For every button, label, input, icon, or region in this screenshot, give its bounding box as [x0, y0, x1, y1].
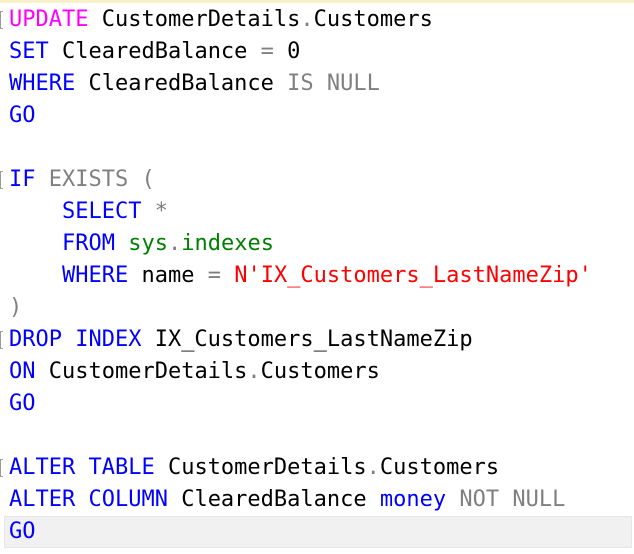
- code-token: =: [207, 263, 221, 288]
- code-line[interactable]: GO: [9, 388, 36, 420]
- code-line[interactable]: ALTER TABLE CustomerDetails.Customers: [9, 452, 499, 484]
- code-token: CustomerDetails: [154, 455, 367, 480]
- code-token: N'IX_Customers_LastNameZip': [234, 263, 592, 288]
- current-line-highlight: [4, 516, 632, 548]
- collapse-marker-icon[interactable]: [0, 164, 6, 196]
- code-token: GO: [9, 103, 36, 128]
- code-token: ): [9, 295, 23, 320]
- code-token: Customers: [313, 7, 433, 32]
- code-token: ON: [9, 359, 36, 384]
- code-token: DROP INDEX: [9, 327, 142, 352]
- code-line[interactable]: SET ClearedBalance = 0: [9, 36, 300, 68]
- collapse-marker-icon[interactable]: [0, 4, 6, 36]
- code-token: Customers: [260, 359, 380, 384]
- code-token: .: [167, 231, 182, 256]
- code-token: Customers: [379, 455, 500, 480]
- code-token: CustomerDetails: [35, 359, 248, 384]
- code-token: WHERE: [9, 71, 76, 96]
- code-token: =: [260, 39, 274, 64]
- code-token: IX_Customers_LastNameZip: [141, 327, 473, 352]
- code-line[interactable]: UPDATE CustomerDetails.Customers: [9, 4, 433, 36]
- code-line[interactable]: ALTER COLUMN ClearedBalance money NOT NU…: [9, 484, 565, 516]
- code-token: GO: [9, 391, 36, 416]
- code-token: EXISTS (: [48, 167, 155, 192]
- sql-code-editor[interactable]: UPDATE CustomerDetails.Customers SET Clea…: [0, 0, 634, 554]
- code-line[interactable]: GO: [9, 516, 36, 548]
- code-token: FROM: [61, 231, 115, 256]
- code-token: IS NULL: [287, 71, 380, 96]
- code-token: .: [247, 359, 261, 384]
- code-token: NOT NULL: [459, 487, 566, 512]
- code-line[interactable]: WHERE ClearedBalance IS NULL: [9, 68, 380, 100]
- editor-top-border: [0, 0, 634, 3]
- code-token: ClearedBalance: [48, 39, 261, 64]
- collapse-marker-icon[interactable]: [0, 452, 6, 484]
- code-line[interactable]: SELECT *: [9, 196, 168, 228]
- code-line[interactable]: ): [9, 292, 22, 324]
- code-token: 0: [273, 39, 301, 64]
- code-token: GO: [9, 519, 36, 544]
- code-token: *: [154, 199, 168, 224]
- code-line[interactable]: ON CustomerDetails.Customers: [9, 356, 380, 388]
- code-token: money: [379, 487, 447, 512]
- code-token: sys: [128, 231, 168, 256]
- code-token: .: [300, 7, 314, 32]
- collapse-marker-icon[interactable]: [0, 324, 6, 356]
- code-line[interactable]: WHERE name = N'IX_Customers_LastNameZip': [9, 260, 592, 292]
- code-token: IF: [9, 167, 36, 192]
- code-line[interactable]: GO: [9, 100, 36, 132]
- code-line[interactable]: DROP INDEX IX_Customers_LastNameZip: [9, 324, 473, 356]
- code-token: CustomerDetails: [88, 7, 301, 32]
- code-token: ALTER TABLE: [9, 455, 155, 480]
- code-token: SET: [9, 39, 49, 64]
- code-token: ALTER COLUMN: [9, 487, 168, 512]
- code-token: UPDATE: [9, 7, 89, 32]
- code-token: .: [366, 455, 380, 480]
- code-token: SELECT: [61, 199, 142, 224]
- code-token: ClearedBalance: [167, 487, 380, 512]
- code-token: indexes: [181, 231, 274, 256]
- code-token: WHERE: [61, 263, 129, 288]
- code-line[interactable]: IF EXISTS (: [9, 164, 155, 196]
- code-line[interactable]: FROM sys.indexes: [9, 228, 274, 260]
- code-token: ClearedBalance: [75, 71, 288, 96]
- code-token: name: [128, 263, 208, 288]
